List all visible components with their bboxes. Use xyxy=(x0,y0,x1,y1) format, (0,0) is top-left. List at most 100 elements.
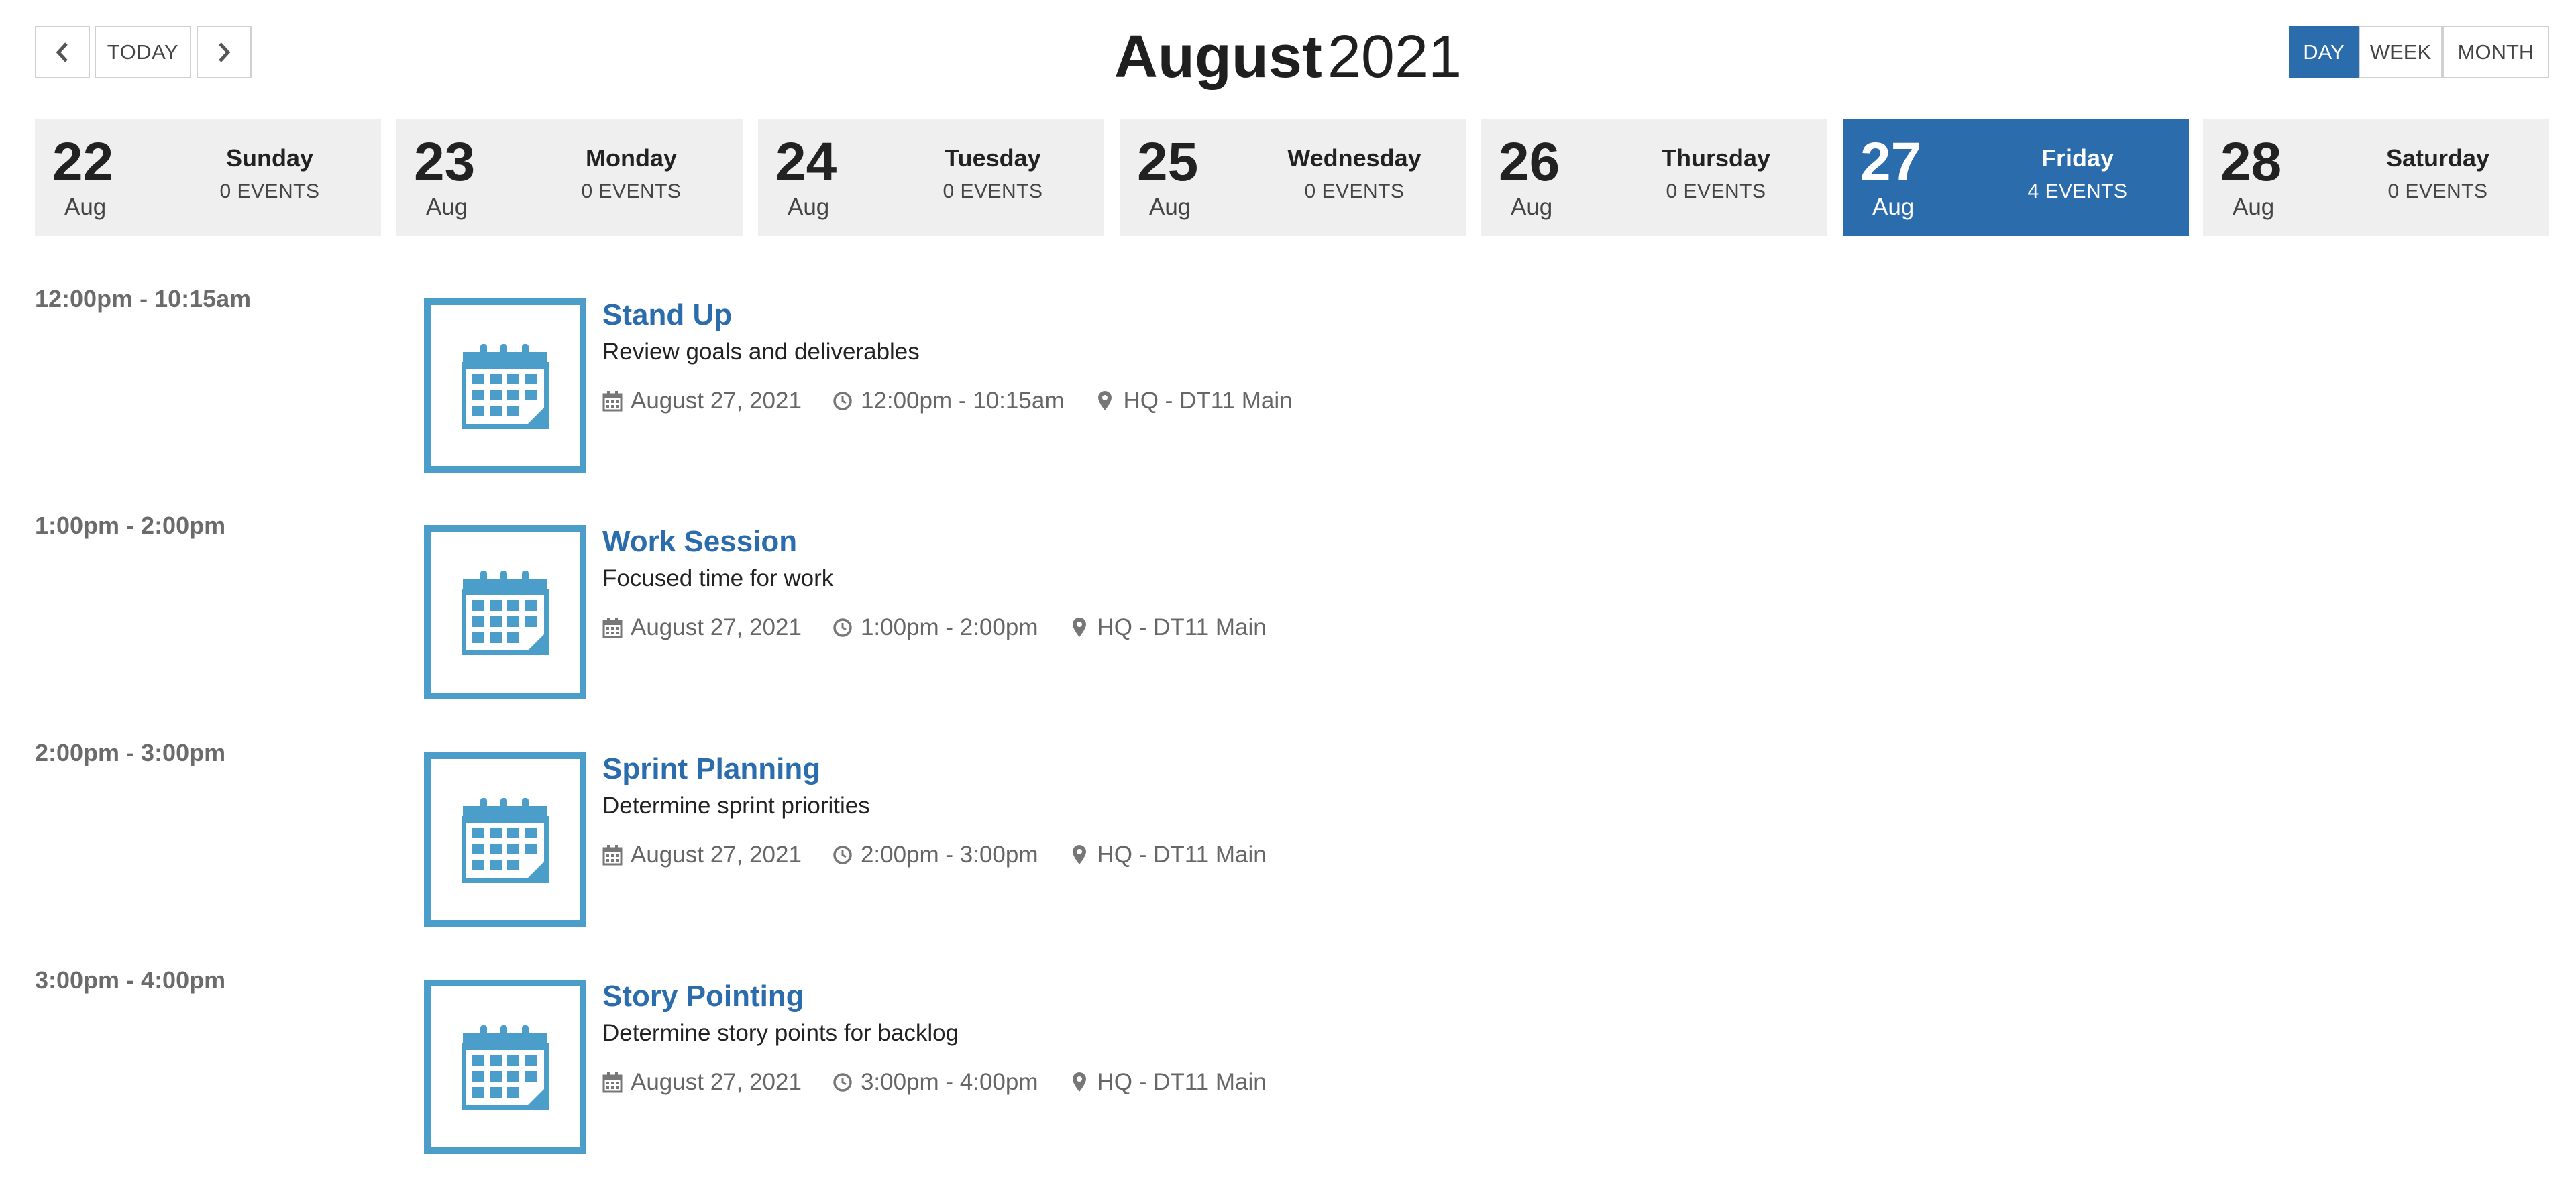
day-month: Aug xyxy=(788,194,830,220)
day-strip: 22 Aug Sunday 0 EVENTS 23 Aug Monday 0 E… xyxy=(35,119,2549,236)
calendar-small-icon xyxy=(602,391,623,412)
calendar-small-icon xyxy=(602,845,623,866)
day-card-23[interactable]: 23 Aug Monday 0 EVENTS xyxy=(396,119,743,236)
event-title-link[interactable]: Work Session xyxy=(602,525,797,559)
event-description: Focused time for work xyxy=(602,565,834,591)
event-location: HQ - DT11 Main xyxy=(1069,1069,1267,1096)
map-pin-icon xyxy=(1072,618,1086,637)
event-time-text: 12:00pm - 10:15am xyxy=(860,388,1065,414)
day-event-count: 0 EVENTS xyxy=(2387,180,2488,203)
event-date: August 27, 2021 xyxy=(602,388,802,414)
event-date-text: August 27, 2021 xyxy=(631,842,802,868)
event-item: 3:00pm - 4:00pm Story Pointing Determine… xyxy=(0,966,2576,1154)
view-week-button[interactable]: WEEK xyxy=(2359,26,2443,78)
event-time-text: 1:00pm - 2:00pm xyxy=(860,614,1038,640)
event-location: HQ - DT11 Main xyxy=(1069,842,1267,868)
event-location-text: HQ - DT11 Main xyxy=(1097,614,1267,640)
clock-icon xyxy=(833,392,852,410)
day-month: Aug xyxy=(426,194,468,220)
event-item: 2:00pm - 3:00pm Sprint Planning Determin… xyxy=(0,739,2576,927)
event-date-text: August 27, 2021 xyxy=(631,1069,802,1095)
event-title-link[interactable]: Stand Up xyxy=(602,298,732,332)
event-time-text: 2:00pm - 3:00pm xyxy=(860,842,1038,868)
event-description: Determine story points for backlog xyxy=(602,1020,959,1046)
day-month: Aug xyxy=(1149,194,1191,220)
day-month: Aug xyxy=(2233,194,2275,220)
calendar-icon xyxy=(462,798,549,883)
day-event-count: 0 EVENTS xyxy=(943,180,1043,203)
event-thumbnail[interactable] xyxy=(424,752,586,927)
day-event-count: 4 EVENTS xyxy=(2027,180,2128,203)
calendar-small-icon xyxy=(602,618,623,638)
day-weekday: Wednesday xyxy=(1287,144,1421,172)
day-card-26[interactable]: 26 Aug Thursday 0 EVENTS xyxy=(1481,119,1827,236)
day-event-count: 0 EVENTS xyxy=(219,180,320,203)
event-thumbnail[interactable] xyxy=(424,980,586,1154)
day-weekday: Tuesday xyxy=(945,144,1041,172)
calendar-small-icon xyxy=(602,1072,623,1093)
day-weekday: Monday xyxy=(585,144,677,172)
calendar-icon xyxy=(462,344,549,429)
event-meta: August 27, 2021 3:00pm - 4:00pm HQ - DT1… xyxy=(602,1066,1297,1099)
event-time-label: 1:00pm - 2:00pm xyxy=(35,512,226,539)
event-item: 12:00pm - 10:15am Stand Up Review goals … xyxy=(0,285,2576,473)
event-description: Review goals and deliverables xyxy=(602,339,920,365)
event-title-link[interactable]: Story Pointing xyxy=(602,980,804,1013)
calendar-icon xyxy=(462,1025,549,1110)
event-time-label: 3:00pm - 4:00pm xyxy=(35,966,226,994)
event-time-label: 2:00pm - 3:00pm xyxy=(35,739,226,766)
day-event-count: 0 EVENTS xyxy=(1666,180,1766,203)
page-title: August2021 xyxy=(0,20,2576,94)
clock-icon xyxy=(833,618,852,637)
day-event-count: 0 EVENTS xyxy=(1304,180,1405,203)
day-month: Aug xyxy=(1511,194,1553,220)
day-number: 28 xyxy=(2220,131,2282,192)
day-month: Aug xyxy=(1872,194,1915,220)
event-location-text: HQ - DT11 Main xyxy=(1123,388,1293,414)
map-pin-icon xyxy=(1098,391,1112,410)
clock-icon xyxy=(833,1073,852,1092)
day-number: 23 xyxy=(414,131,476,192)
event-location: HQ - DT11 Main xyxy=(1069,614,1267,641)
day-card-25[interactable]: 25 Aug Wednesday 0 EVENTS xyxy=(1120,119,1466,236)
event-time-text: 3:00pm - 4:00pm xyxy=(860,1069,1038,1095)
title-year: 2021 xyxy=(1327,23,1462,91)
day-number: 25 xyxy=(1137,131,1199,192)
event-time: 1:00pm - 2:00pm xyxy=(833,614,1038,641)
day-number: 24 xyxy=(775,131,837,192)
event-title-link[interactable]: Sprint Planning xyxy=(602,752,820,786)
event-date-text: August 27, 2021 xyxy=(631,614,802,640)
day-weekday: Saturday xyxy=(2385,144,2490,172)
view-day-button[interactable]: DAY xyxy=(2289,26,2359,78)
clock-icon xyxy=(833,846,852,864)
day-card-22[interactable]: 22 Aug Sunday 0 EVENTS xyxy=(35,119,381,236)
event-meta: August 27, 2021 12:00pm - 10:15am HQ - D… xyxy=(602,384,1324,418)
event-item: 1:00pm - 2:00pm Work Session Focused tim… xyxy=(0,512,2576,699)
day-weekday: Thursday xyxy=(1661,144,1771,172)
event-location-text: HQ - DT11 Main xyxy=(1097,842,1267,868)
day-month: Aug xyxy=(64,194,107,220)
day-card-28[interactable]: 28 Aug Saturday 0 EVENTS xyxy=(2203,119,2549,236)
day-number: 22 xyxy=(52,131,114,192)
event-location: HQ - DT11 Main xyxy=(1095,388,1293,414)
event-location-text: HQ - DT11 Main xyxy=(1097,1069,1267,1095)
event-meta: August 27, 2021 1:00pm - 2:00pm HQ - DT1… xyxy=(602,611,1297,644)
day-card-24[interactable]: 24 Aug Tuesday 0 EVENTS xyxy=(758,119,1104,236)
event-time-label: 12:00pm - 10:15am xyxy=(35,285,252,313)
map-pin-icon xyxy=(1072,1072,1086,1092)
map-pin-icon xyxy=(1072,845,1086,864)
event-thumbnail[interactable] xyxy=(424,298,586,473)
event-date: August 27, 2021 xyxy=(602,1069,802,1096)
event-date-text: August 27, 2021 xyxy=(631,388,802,414)
view-month-button[interactable]: MONTH xyxy=(2443,26,2549,78)
event-description: Determine sprint priorities xyxy=(602,793,870,819)
event-time: 12:00pm - 10:15am xyxy=(833,388,1065,414)
day-card-27[interactable]: 27 Aug Friday 4 EVENTS xyxy=(1843,119,2189,236)
calendar-icon xyxy=(462,571,549,655)
event-thumbnail[interactable] xyxy=(424,525,586,699)
day-event-count: 0 EVENTS xyxy=(581,180,682,203)
event-date: August 27, 2021 xyxy=(602,614,802,641)
day-number: 26 xyxy=(1499,131,1560,192)
day-number: 27 xyxy=(1860,131,1922,192)
day-weekday: Sunday xyxy=(225,144,314,172)
